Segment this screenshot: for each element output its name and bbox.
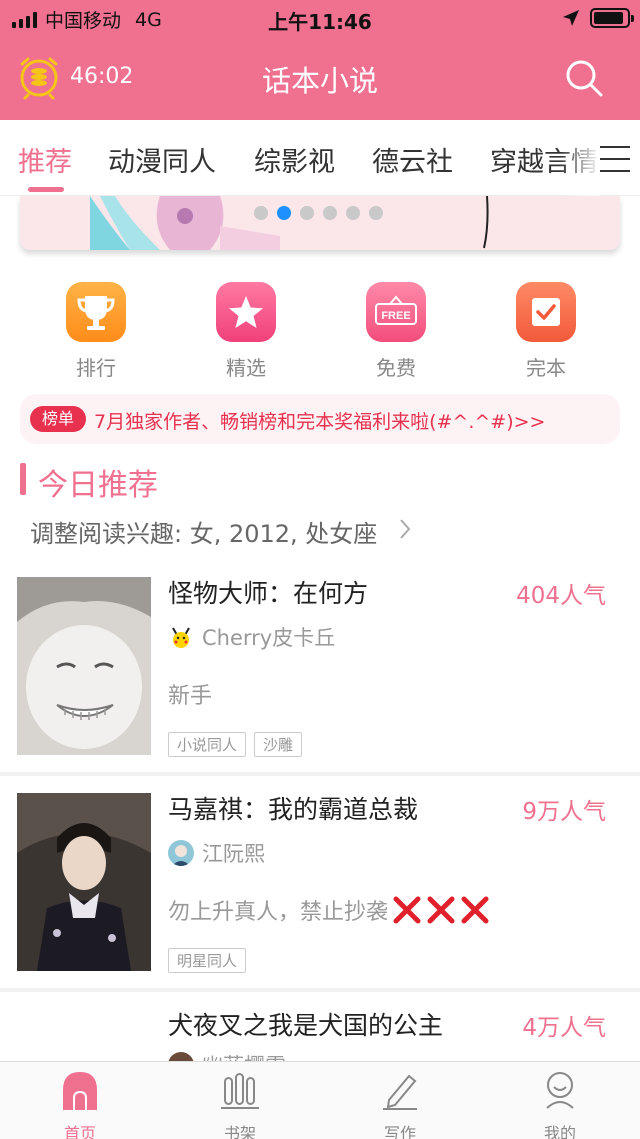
nav-profile[interactable]: 我的 (515, 1070, 605, 1139)
book-card[interactable]: 马嘉祺：我的霸道总裁 9万人气 江阮熙 勿上升真人，禁止抄袭 明星同人 (0, 776, 640, 988)
book-author[interactable]: 江阮熙 (168, 838, 265, 868)
section-marker (20, 463, 26, 495)
banner-decoration (483, 196, 489, 249)
tab-recommend[interactable]: 推荐 (18, 140, 72, 179)
banner-carousel[interactable] (20, 196, 620, 250)
carousel-dots (254, 206, 383, 220)
book-title: 马嘉祺：我的霸道总裁 (168, 795, 419, 824)
tab-deyunshe[interactable]: 德云社 (372, 140, 453, 179)
nav-label: 首页 (63, 1124, 96, 1139)
tab-film-tv[interactable]: 综影视 (254, 140, 335, 179)
carousel-dot[interactable] (277, 206, 291, 220)
carousel-dot[interactable] (323, 206, 337, 220)
avatar (168, 840, 194, 866)
book-cover (17, 577, 151, 755)
book-tag[interactable]: 明星同人 (168, 948, 247, 973)
free-icon: FREE (366, 282, 426, 342)
book-cover (30, 1007, 138, 1062)
shortcut-free[interactable]: FREE 免费 (346, 282, 446, 381)
page-title: 话本小说 (261, 64, 378, 98)
book-description-text: 勿上升真人，禁止抄袭 (168, 900, 389, 925)
battery-fill (594, 12, 623, 24)
book-popularity: 404人气 (516, 583, 606, 609)
red-cross-icons (393, 896, 489, 924)
shortcut-featured[interactable]: 精选 (196, 282, 296, 381)
status-time: 上午11:46 (268, 10, 372, 34)
book-tags: 明星同人 (168, 948, 247, 973)
category-tabs: 推荐 动漫同人 综影视 德云社 穿越言情 (0, 120, 640, 196)
shortcut-label: 精选 (226, 356, 266, 380)
battery-icon (590, 8, 634, 28)
status-right (562, 8, 634, 28)
shortcut-ranking[interactable]: 排行 (46, 282, 146, 381)
chevron-right-icon[interactable] (398, 518, 412, 540)
reading-interest-link[interactable]: 调整阅读兴趣: 女, 2012, 处女座 (30, 514, 377, 549)
nav-write[interactable]: 写作 (355, 1070, 445, 1139)
home-icon (63, 1072, 97, 1110)
tab-anime-fanfic[interactable]: 动漫同人 (108, 140, 216, 179)
app-header: 46:02 话本小说 (0, 36, 640, 120)
book-tag[interactable]: 沙雕 (254, 732, 303, 757)
carousel-dot[interactable] (254, 206, 268, 220)
shortcut-label: 完本 (526, 356, 566, 380)
book-card[interactable]: 怪物大师：在何方 404人气 Cherry皮卡丘 新手 小说同人 沙雕 (0, 560, 640, 772)
location-arrow-icon (563, 10, 579, 26)
shortcut-grid: 排行 精选 FREE 免费 完本 (0, 282, 640, 382)
shortcut-completed[interactable]: 完本 (496, 282, 596, 381)
carousel-dot[interactable] (300, 206, 314, 220)
carousel-dot[interactable] (346, 206, 360, 220)
book-title: 怪物大师：在何方 (168, 579, 369, 608)
book-author[interactable]: Cherry皮卡丘 (168, 622, 335, 652)
notice-badge: 榜单 (30, 406, 86, 432)
nav-home[interactable]: 首页 (35, 1070, 125, 1139)
carousel-dot[interactable] (369, 206, 383, 220)
bottom-nav: 首页 书架 写作 我的 (0, 1061, 640, 1139)
tab-fade (560, 120, 600, 196)
author-name: 江阮熙 (202, 842, 265, 866)
check-icon (516, 282, 576, 342)
free-icon-text: FREE (381, 310, 410, 322)
notice-text: 7月独家作者、畅销榜和完本奖福利来啦(#^.^#)>> (94, 411, 546, 433)
pen-icon (383, 1074, 417, 1110)
menu-icon[interactable] (600, 146, 630, 172)
shortcut-label: 排行 (76, 356, 116, 380)
book-popularity: 9万人气 (522, 799, 606, 825)
bookshelf-icon (221, 1073, 259, 1109)
notice-bar[interactable]: 榜单 7月独家作者、畅销榜和完本奖福利来啦(#^.^#)>> (20, 394, 620, 444)
book-title: 犬夜叉之我是犬国的公主 (168, 1011, 444, 1040)
book-tag[interactable]: 小说同人 (168, 732, 247, 757)
section-title: 今日推荐 (38, 468, 158, 503)
book-card[interactable]: 犬夜叉之我是犬国的公主 4万人气 幽蓝樱雪 (0, 992, 640, 1062)
star-icon (216, 282, 276, 342)
avatar (168, 624, 194, 650)
nav-label: 我的 (543, 1124, 576, 1139)
trophy-icon (66, 282, 126, 342)
status-bar: 中国移动 4G 上午11:46 (0, 0, 640, 36)
nav-label: 写作 (383, 1124, 416, 1139)
banner-illustration (90, 196, 280, 250)
book-popularity: 4万人气 (522, 1015, 606, 1041)
search-icon[interactable] (564, 58, 604, 98)
active-tab-indicator (28, 187, 64, 192)
book-tags: 小说同人 沙雕 (168, 732, 303, 757)
book-description: 勿上升真人，禁止抄袭 (168, 894, 490, 926)
shortcut-label: 免费 (376, 356, 416, 380)
book-description: 新手 (168, 684, 213, 709)
nav-bookshelf[interactable]: 书架 (195, 1070, 285, 1139)
nav-label: 书架 (223, 1124, 256, 1139)
profile-icon (546, 1072, 574, 1109)
book-cover (17, 793, 151, 971)
author-name: Cherry皮卡丘 (202, 626, 336, 650)
